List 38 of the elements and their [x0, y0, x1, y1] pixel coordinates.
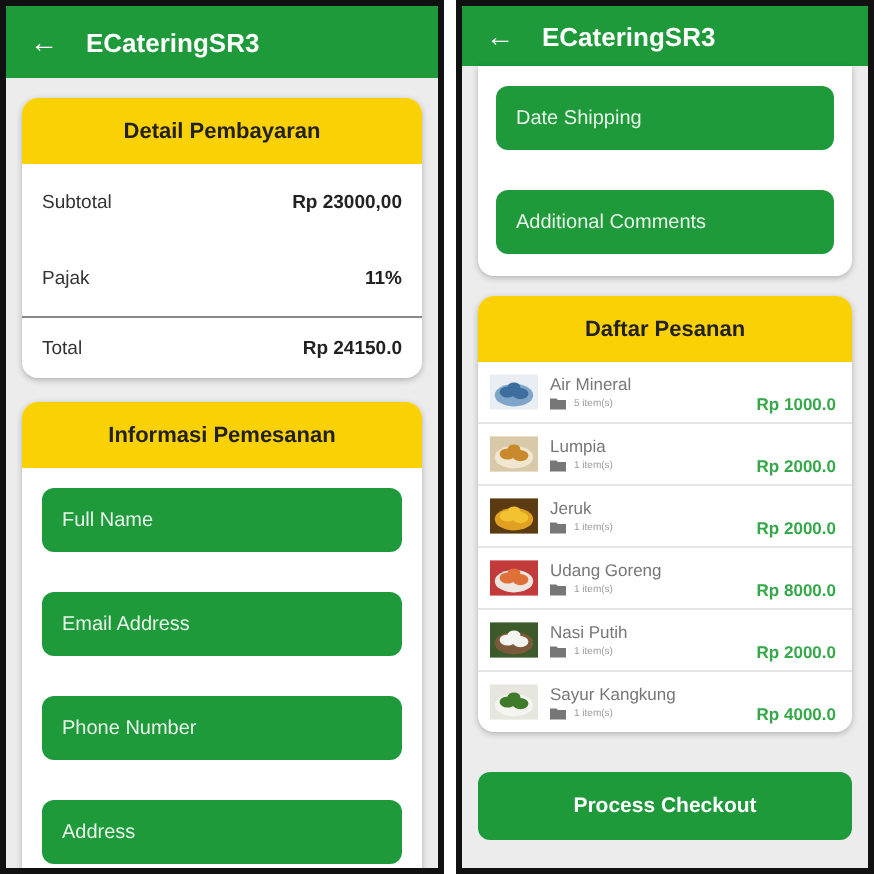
row-label: Pajak	[42, 267, 90, 289]
item-name: Udang Goreng	[550, 560, 664, 580]
input-field[interactable]: Email Address	[42, 592, 402, 656]
item-price: Rp 2000.0	[756, 456, 836, 480]
input-field[interactable]: Phone Number	[42, 696, 402, 760]
item-price: Rp 2000.0	[756, 642, 836, 666]
item-name: Air Mineral	[550, 374, 634, 394]
item-price: Rp 4000.0	[756, 704, 836, 728]
row-label: Subtotal	[42, 191, 112, 213]
item-price: Rp 8000.0	[756, 580, 836, 604]
folder-icon	[550, 460, 566, 472]
item-name: Sayur Kangkung	[550, 684, 678, 704]
folder-icon	[550, 708, 566, 720]
back-button[interactable]: ←	[486, 20, 514, 52]
total-label: Total	[42, 337, 83, 359]
item-name: Nasi Putih	[550, 622, 630, 642]
back-button[interactable]: ←	[30, 26, 58, 58]
checkout-button[interactable]: Process Checkout	[478, 772, 852, 840]
folder-icon	[550, 646, 566, 658]
card-title: Detail Pembayaran	[123, 119, 321, 143]
item-price: Rp 2000.0	[756, 518, 836, 542]
input-field[interactable]: Address	[42, 800, 402, 864]
folder-icon	[550, 522, 566, 534]
folder-icon	[550, 584, 566, 596]
item-name: Jeruk	[550, 498, 594, 518]
row-value: 11%	[365, 267, 402, 289]
input-field[interactable]: Full Name	[42, 488, 402, 552]
folder-icon	[550, 398, 566, 410]
app-title: ECateringSR3	[542, 21, 716, 51]
input-field[interactable]: Date Shipping	[496, 86, 834, 150]
item-name: Lumpia	[550, 436, 608, 456]
card-title: Daftar Pesanan	[584, 317, 746, 341]
input-field[interactable]: Additional Comments	[496, 190, 834, 254]
total-value: Rp 24150.0	[302, 337, 402, 359]
app-title: ECateringSR3	[86, 27, 260, 57]
card-title: Informasi Pemesanan	[108, 423, 336, 447]
row-value: Rp 23000,00	[292, 191, 402, 213]
item-price: Rp 1000.0	[756, 394, 836, 418]
